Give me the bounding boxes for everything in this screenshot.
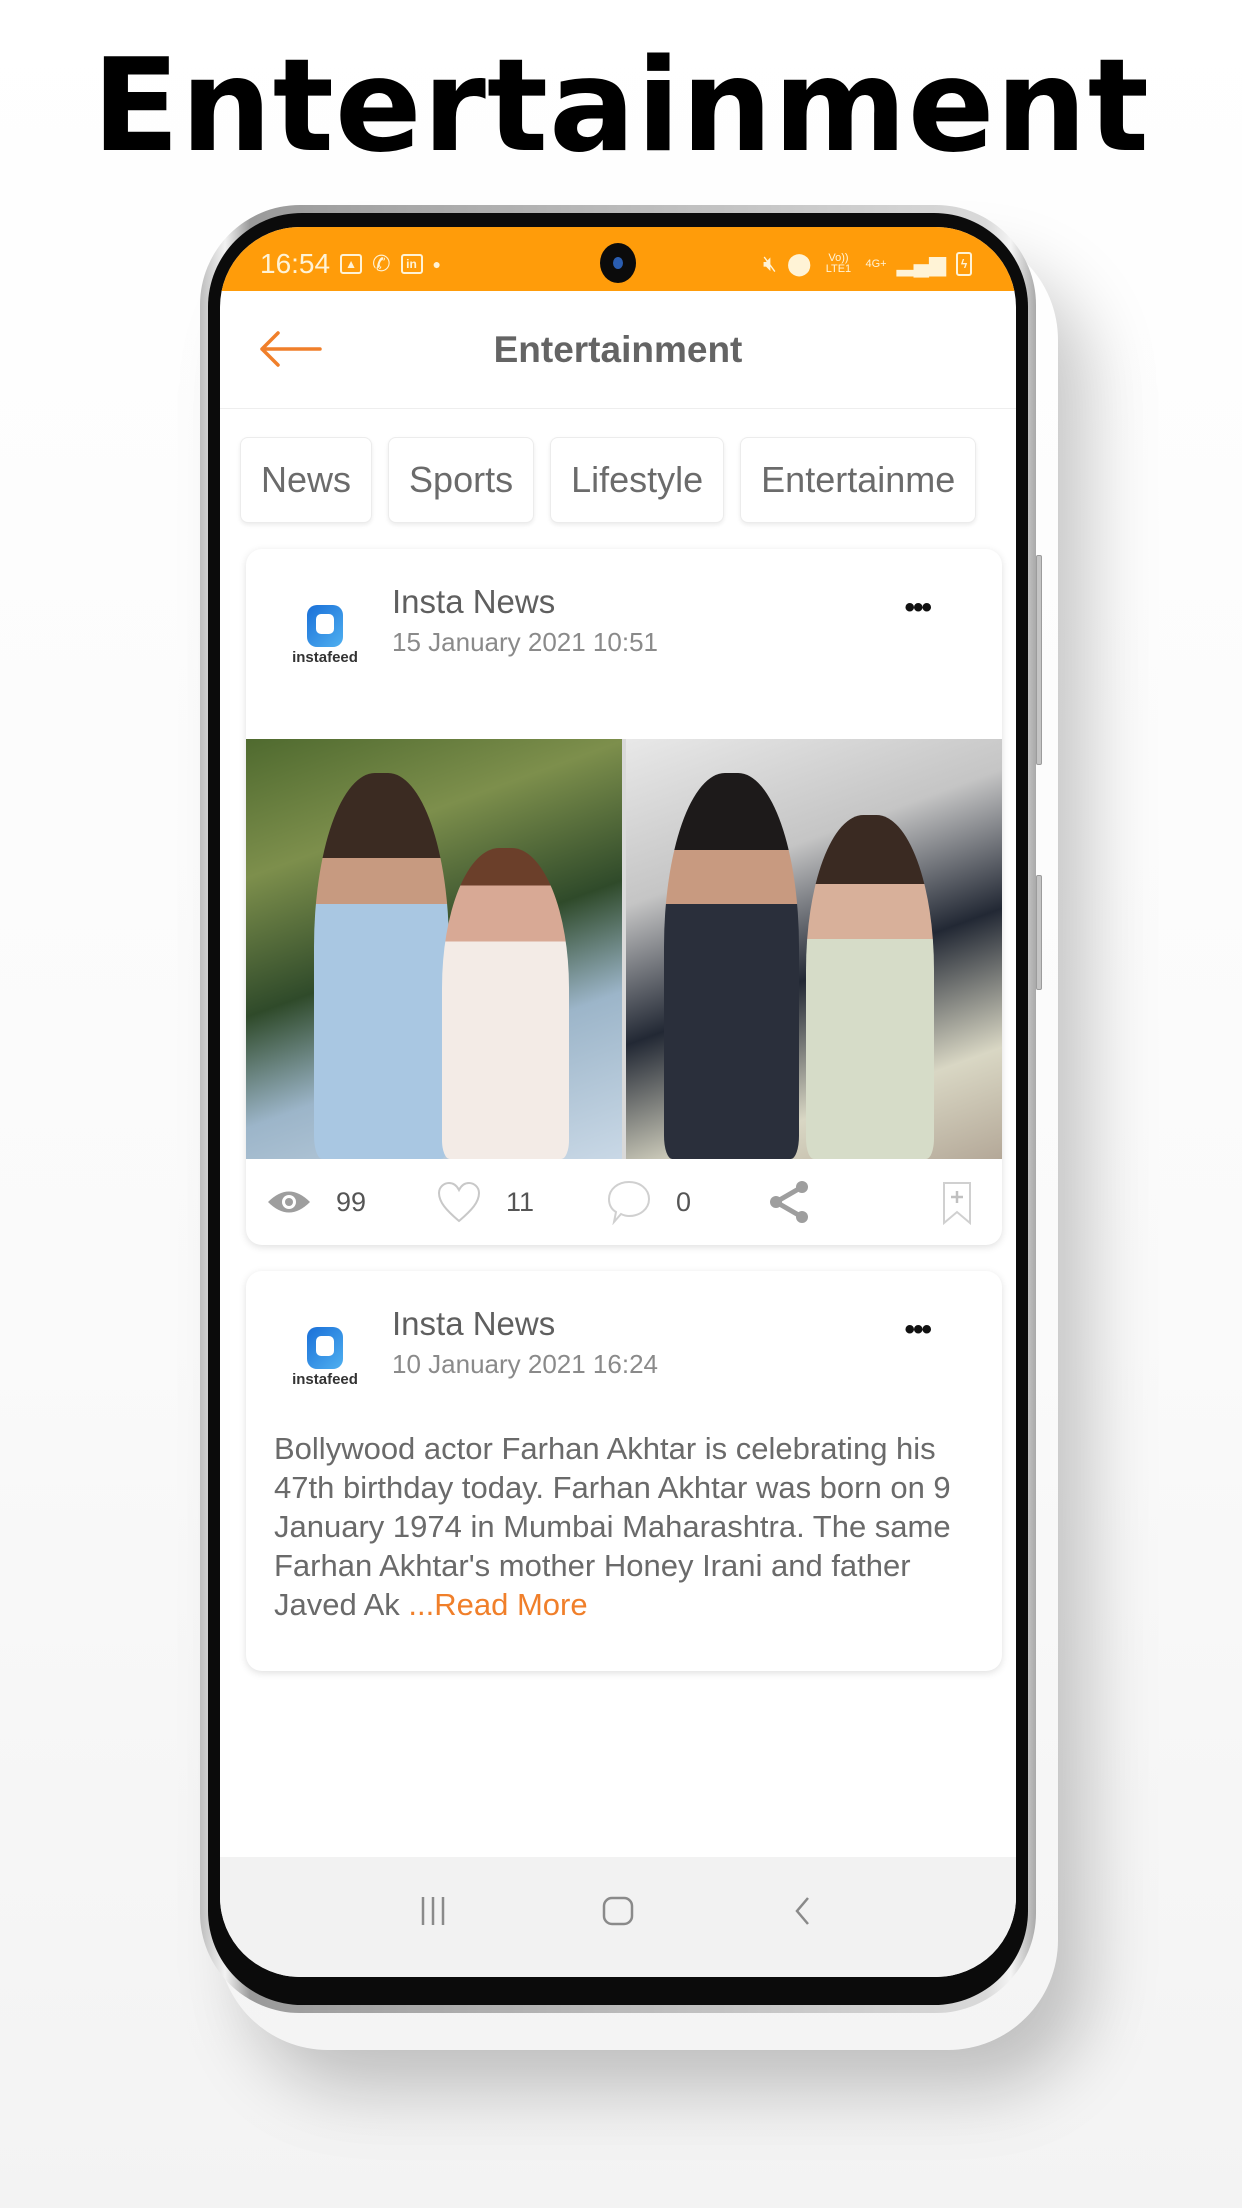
status-bar: 16:54 ▲ ✆ in ● 🔇︎ ⬤ Vo)) LTE1 4G+ ▂▄▆ ϟ: [220, 227, 1016, 291]
photo-left: [246, 739, 622, 1159]
comment-icon: [607, 1180, 651, 1225]
back-icon: [795, 1897, 810, 1925]
post-header: instafeed Insta News 10 January 2021 16:…: [246, 1271, 1002, 1411]
read-more-link[interactable]: ...Read More: [408, 1587, 587, 1622]
likes-count: 11: [506, 1186, 535, 1217]
source-logo: instafeed: [286, 605, 364, 689]
logo-text: instafeed: [292, 649, 358, 666]
instafeed-logo-icon: [307, 605, 343, 647]
phone-frame: 16:54 ▲ ✆ in ● 🔇︎ ⬤ Vo)) LTE1 4G+ ▂▄▆ ϟ: [200, 205, 1036, 2013]
views-count: 99: [336, 1186, 367, 1217]
news-feed[interactable]: instafeed Insta News 15 January 2021 10:…: [220, 549, 1016, 1671]
comment-button[interactable]: 0: [606, 1179, 766, 1225]
post-source: Insta News: [392, 1305, 556, 1342]
photo-figure: [441, 848, 570, 1159]
linkedin-icon: in: [400, 254, 423, 274]
share-button[interactable]: [766, 1179, 936, 1225]
photo-right: [626, 739, 1002, 1159]
post-excerpt: Bollywood actor Farhan Akhtar is celebra…: [274, 1431, 951, 1622]
power-button: [1036, 875, 1042, 990]
tab-entertainment[interactable]: Entertainme: [740, 437, 977, 523]
whatsapp-icon: ✆: [372, 251, 391, 276]
source-logo: instafeed: [286, 1327, 364, 1411]
gallery-icon: ▲: [340, 254, 363, 274]
post-actions: 99 11 0: [246, 1159, 1002, 1245]
post-body: Bollywood actor Farhan Akhtar is celebra…: [246, 1411, 1002, 1671]
post-header: instafeed Insta News 15 January 2021 10:…: [246, 549, 1002, 689]
recents-button[interactable]: [403, 1891, 463, 1931]
tab-lifestyle[interactable]: Lifestyle: [550, 437, 725, 523]
back-button[interactable]: [258, 329, 322, 369]
tab-news[interactable]: News: [240, 437, 373, 523]
share-icon: [770, 1181, 808, 1223]
app-bar: Entertainment: [220, 291, 1016, 409]
post-source: Insta News: [392, 583, 556, 620]
photo-figure: [313, 772, 450, 1159]
home-button[interactable]: [588, 1891, 648, 1931]
front-camera: [600, 243, 636, 283]
logo-text: instafeed: [292, 1371, 358, 1388]
tab-sports[interactable]: Sports: [388, 437, 535, 523]
post-date: 10 January 2021 16:24: [392, 1349, 658, 1379]
photo-figure: [663, 772, 799, 1159]
category-tabs: News Sports Lifestyle Entertainme: [220, 409, 1016, 549]
4g-icon: 4G+: [865, 257, 887, 270]
recents-icon: [421, 1897, 444, 1925]
volte-icon: Vo)) LTE1: [825, 252, 852, 275]
post-date: 15 January 2021 10:51: [392, 627, 658, 657]
status-time: 16:54: [260, 248, 331, 279]
dot-icon: ●: [432, 256, 441, 272]
phone-bezel: 16:54 ▲ ✆ in ● 🔇︎ ⬤ Vo)) LTE1 4G+ ▂▄▆ ϟ: [208, 213, 1028, 2005]
promo-title: Entertainment: [92, 32, 1150, 181]
location-icon: ⬤: [786, 251, 812, 276]
views-stat: 99: [266, 1187, 436, 1218]
home-icon: [602, 1896, 634, 1926]
comments-count: 0: [676, 1186, 692, 1217]
post-image[interactable]: [246, 739, 1002, 1159]
bookmark-button[interactable]: [942, 1181, 972, 1230]
arrow-left-icon: [260, 331, 322, 367]
post-card[interactable]: instafeed Insta News 15 January 2021 10:…: [246, 549, 1002, 1245]
more-horizontal-icon[interactable]: •••: [904, 591, 931, 625]
bookmark-add-icon: [943, 1182, 971, 1226]
eye-icon: [268, 1191, 310, 1213]
heart-icon: [437, 1181, 481, 1223]
more-horizontal-icon[interactable]: •••: [904, 1313, 931, 1347]
like-button[interactable]: 11: [436, 1180, 606, 1224]
volume-button: [1036, 555, 1042, 765]
system-nav-bar: [220, 1857, 1016, 1977]
post-card[interactable]: instafeed Insta News 10 January 2021 16:…: [246, 1271, 1002, 1671]
phone-screen: 16:54 ▲ ✆ in ● 🔇︎ ⬤ Vo)) LTE1 4G+ ▂▄▆ ϟ: [220, 227, 1016, 1977]
instafeed-logo-icon: [307, 1327, 343, 1369]
system-back-button[interactable]: [773, 1891, 833, 1931]
mute-vibrate-icon: 🔇︎: [762, 251, 777, 276]
photo-figure: [806, 814, 935, 1159]
battery-charging-icon: ϟ: [956, 252, 972, 276]
page-title: Entertainment: [493, 328, 743, 370]
signal-icon: ▂▄▆: [896, 251, 946, 276]
